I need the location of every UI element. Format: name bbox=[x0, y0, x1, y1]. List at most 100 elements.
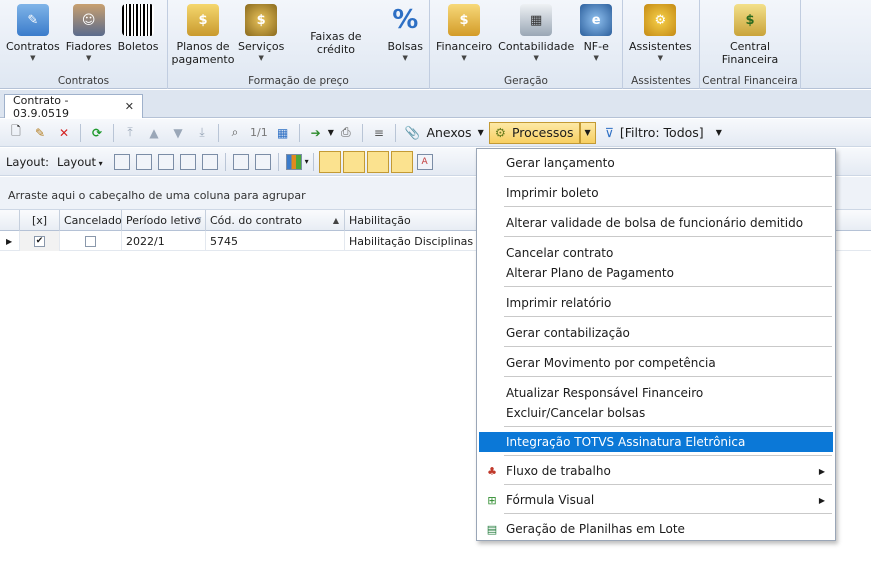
chevron-down-icon: ▼ bbox=[584, 128, 591, 137]
tab-contrato[interactable]: Contrato - 03.9.0519 ✕ bbox=[4, 94, 143, 120]
previous-record-icon[interactable]: ▲ bbox=[146, 125, 162, 141]
gears-icon: ⚙ bbox=[494, 125, 506, 140]
spreadsheet-icon: ▤ bbox=[486, 522, 498, 536]
processos-dropdown-button[interactable]: ▼ bbox=[579, 121, 596, 144]
menu-item-formula-visual[interactable]: ⊞ Fórmula Visual ▶ bbox=[479, 490, 833, 510]
central-financeira-button[interactable]: $ Central Financeira bbox=[715, 4, 785, 66]
ribbon-group-geracao: $ Financeiro ▼ ▦ Contabilidade ▼ e NF-e … bbox=[430, 0, 623, 89]
ribbon-group-central-financeira: $ Central Financeira Central Financeira bbox=[700, 0, 801, 89]
contabilidade-button[interactable]: ▦ Contabilidade ▼ bbox=[495, 4, 577, 63]
ribbon-group-contratos: ✎ Contratos ▼ ☺ Fiadores ▼ Boletos Contr… bbox=[0, 0, 168, 89]
view-card-icon[interactable] bbox=[390, 150, 413, 173]
filtro-button[interactable]: ⊽ [Filtro: Todos] ▼ bbox=[600, 122, 727, 144]
view-group-icon[interactable] bbox=[342, 150, 365, 173]
submenu-arrow-icon: ▶ bbox=[818, 466, 825, 476]
menu-item-cancelar-contrato[interactable]: Cancelar contrato bbox=[479, 243, 833, 263]
paperclip-icon: 📎 bbox=[404, 124, 421, 140]
column-header-codigo[interactable]: Cód. do contrato ▲ bbox=[206, 210, 345, 231]
grid-summary-icon[interactable] bbox=[232, 153, 249, 170]
processos-button[interactable]: ⚙ Processos bbox=[488, 121, 580, 144]
column-header-select[interactable]: [x] bbox=[20, 210, 60, 231]
payment-plan-icon: $ bbox=[187, 4, 219, 36]
search-binoculars-icon[interactable]: ⌕ bbox=[227, 125, 243, 141]
finance-folder-icon: $ bbox=[734, 4, 766, 36]
report-icon[interactable]: ≡ bbox=[371, 125, 387, 141]
layout-columns-icon[interactable] bbox=[157, 153, 174, 170]
chevron-down-icon: ▼ bbox=[715, 128, 722, 137]
menu-item-fluxo-trabalho[interactable]: ♣ Fluxo de trabalho ▶ bbox=[479, 461, 833, 481]
menu-item-integracao-totvs-assinatura[interactable]: Integração TOTVS Assinatura Eletrônica bbox=[479, 432, 833, 452]
filter-icon: ⊽ bbox=[604, 125, 614, 140]
view-detail-icon[interactable] bbox=[366, 150, 389, 173]
nfe-button[interactable]: e NF-e ▼ bbox=[577, 4, 615, 63]
anexos-button[interactable]: 📎 Anexos ▼ bbox=[400, 122, 489, 144]
cell-codigo[interactable]: 5745 bbox=[206, 231, 345, 251]
fiadores-button[interactable]: ☺ Fiadores ▼ bbox=[63, 4, 115, 63]
ledger-icon: ▦ bbox=[520, 4, 553, 36]
chevron-down-icon: ▼ bbox=[657, 54, 664, 62]
chart-icon[interactable] bbox=[285, 153, 302, 170]
record-counter: 1/1 bbox=[250, 126, 268, 139]
close-icon[interactable]: ✕ bbox=[125, 100, 134, 113]
sort-ascending-icon: ▲ bbox=[332, 216, 339, 225]
layout-delete-icon[interactable] bbox=[201, 153, 218, 170]
menu-item-atualizar-responsavel-financeiro[interactable]: Atualizar Responsável Financeiro bbox=[479, 383, 833, 403]
cell-periodo[interactable]: 2022/1 bbox=[122, 231, 206, 251]
grid-sum-icon[interactable] bbox=[254, 153, 271, 170]
planos-pagamento-button[interactable]: $ Planos de pagamento bbox=[171, 4, 235, 66]
chevron-down-icon: ▼ bbox=[402, 54, 408, 62]
chevron-down-icon: ▼ bbox=[30, 54, 36, 62]
submenu-arrow-icon: ▶ bbox=[818, 495, 825, 505]
chevron-down-icon[interactable]: ▼ bbox=[328, 128, 334, 137]
chevron-down-icon: ▼ bbox=[593, 54, 599, 62]
layout-load-icon[interactable] bbox=[135, 153, 152, 170]
row-select-checkbox[interactable]: ✔ bbox=[34, 235, 45, 247]
layout-import-icon[interactable] bbox=[179, 153, 196, 170]
menu-item-imprimir-relatorio[interactable]: Imprimir relatório bbox=[479, 293, 833, 313]
chevron-down-icon: ▼ bbox=[533, 54, 539, 62]
processos-menu: Gerar lançamento Imprimir boleto Alterar… bbox=[476, 148, 836, 541]
view-grid-icon[interactable] bbox=[318, 150, 341, 173]
boletos-button[interactable]: Boletos bbox=[115, 4, 162, 53]
financeiro-button[interactable]: $ Financeiro ▼ bbox=[433, 4, 495, 63]
last-record-icon[interactable]: ⤓ bbox=[194, 125, 210, 141]
filter-icon[interactable]: ⊽ bbox=[196, 216, 202, 225]
font-icon[interactable]: A bbox=[416, 153, 433, 170]
bolsas-button[interactable]: % Bolsas ▼ bbox=[384, 4, 426, 63]
first-record-icon[interactable]: ⤒ bbox=[122, 125, 138, 141]
menu-item-imprimir-boleto[interactable]: Imprimir boleto bbox=[479, 183, 833, 203]
export-icon[interactable]: ➔ bbox=[308, 125, 324, 141]
menu-item-alterar-validade-bolsa[interactable]: Alterar validade de bolsa de funcionário… bbox=[479, 213, 833, 233]
document-tab-strip: Contrato - 03.9.0519 ✕ bbox=[0, 90, 871, 120]
faixas-credito-button[interactable]: Faixas de crédito bbox=[287, 4, 384, 56]
menu-item-gerar-lancamento[interactable]: Gerar lançamento bbox=[479, 153, 833, 173]
ribbon-group-assistentes: ⚙ Assistentes ▼ Assistentes bbox=[623, 0, 700, 89]
ribbon-group-formacao-preco: $ Planos de pagamento $ Serviços ▼ Faixa… bbox=[168, 0, 430, 89]
print-icon[interactable]: ⎙ bbox=[338, 125, 354, 141]
contratos-button[interactable]: ✎ Contratos ▼ bbox=[3, 4, 63, 63]
next-record-icon[interactable]: ▼ bbox=[170, 125, 186, 141]
layout-save-icon[interactable] bbox=[113, 153, 130, 170]
refresh-icon[interactable]: ⟳ bbox=[89, 125, 105, 141]
menu-item-geracao-planilhas-lote[interactable]: ▤ Geração de Planilhas em Lote bbox=[479, 519, 833, 539]
row-indicator-header bbox=[0, 210, 20, 231]
layout-dropdown-button[interactable]: Layout ▾ bbox=[57, 155, 103, 169]
chevron-down-icon[interactable]: ▾ bbox=[305, 157, 309, 166]
calendar-icon[interactable]: ▦ bbox=[275, 125, 291, 141]
row-pointer-icon: ▶ bbox=[0, 231, 20, 251]
delete-icon[interactable]: ✕ bbox=[56, 125, 72, 141]
servicos-button[interactable]: $ Serviços ▼ bbox=[235, 4, 287, 63]
assistentes-button[interactable]: ⚙ Assistentes ▼ bbox=[626, 4, 695, 63]
menu-item-alterar-plano-pagamento[interactable]: Alterar Plano de Pagamento bbox=[479, 263, 833, 283]
chevron-down-icon: ▼ bbox=[85, 54, 92, 62]
column-header-cancelado[interactable]: Cancelado bbox=[60, 210, 122, 231]
menu-item-gerar-movimento-competencia[interactable]: Gerar Movimento por competência bbox=[479, 353, 833, 373]
menu-item-excluir-cancelar-bolsas[interactable]: Excluir/Cancelar bolsas bbox=[479, 403, 833, 423]
menu-item-gerar-contabilizacao[interactable]: Gerar contabilização bbox=[479, 323, 833, 343]
money-bag-icon: $ bbox=[245, 4, 278, 36]
cancelado-checkbox[interactable] bbox=[85, 235, 96, 247]
new-record-icon[interactable]: 🗋 bbox=[8, 124, 24, 141]
column-header-periodo[interactable]: Período letivo ⊽ bbox=[122, 210, 206, 231]
contract-icon: ✎ bbox=[16, 4, 49, 36]
edit-icon[interactable]: ✎ bbox=[32, 125, 48, 141]
